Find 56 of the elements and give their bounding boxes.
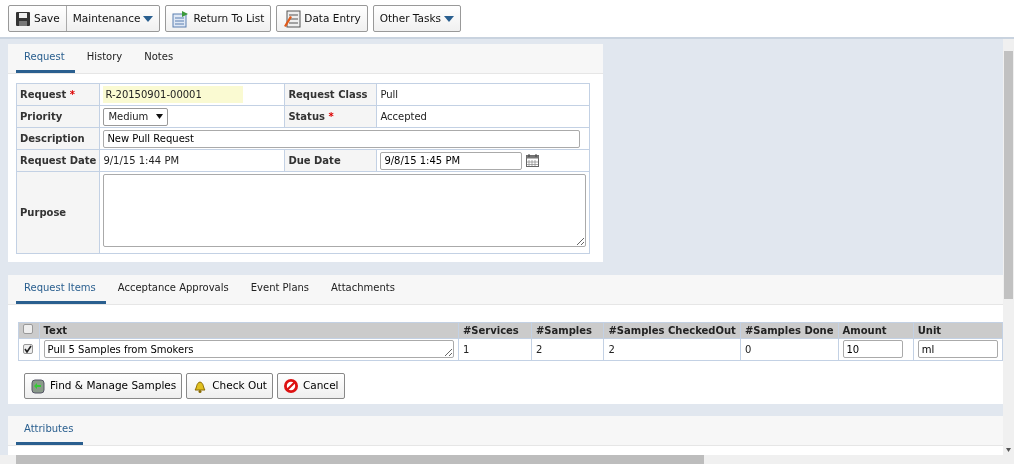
toolbar-button[interactable]: Save [9,6,66,31]
check-icon [24,344,32,353]
caret-icon [156,114,164,119]
column-header: #Samples Done [740,322,838,339]
input-field[interactable]: 10 [842,340,903,359]
tab[interactable]: Attributes [16,415,84,445]
horizontal-scrollbar[interactable] [0,455,1014,464]
column-header: Amount [838,322,914,339]
table-cell: 2 [535,343,543,355]
toolbar-button[interactable]: Data Entry [277,6,367,31]
caret-icon [143,15,154,22]
column-header: #Services [458,322,532,339]
vertical-scrollbar[interactable] [1003,39,1014,456]
field-value: Pull [380,89,399,100]
checkbox[interactable] [23,323,33,334]
field-value: Accepted [380,111,427,122]
calendar-icon [526,154,540,167]
input-field[interactable]: New Pull Request [103,129,581,148]
tab[interactable]: Request [16,44,75,73]
action-button[interactable]: Check Out [186,372,273,399]
field-label: Request Date [16,149,100,172]
list-pencil-icon [283,9,302,28]
field-value: R-20150901-00001 [103,86,244,103]
table-cell: 2 [608,343,615,355]
text-area[interactable] [103,174,587,247]
field-label: Priority [16,105,100,128]
jar-arrows-icon [30,377,46,394]
text-area[interactable]: Pull 5 Samples from Smokers [43,340,454,359]
field-value: 9/1/15 1:44 PM [103,155,180,166]
action-button[interactable]: Cancel [276,372,345,399]
dropdown[interactable]: Medium [103,107,169,126]
tab[interactable]: Event Plans [242,274,320,304]
input-field[interactable]: ml [917,340,998,359]
field-label: Request * [16,83,100,106]
column-header: #Samples CheckedOut [603,322,741,339]
checkbox[interactable] [23,343,33,354]
field-label: Request Class [284,83,377,106]
tab[interactable]: Notes [136,44,184,73]
action-button[interactable]: Find & Manage Samples [24,372,183,399]
field-label: Description [16,127,100,150]
table-cell: 0 [744,343,752,355]
caret-icon [444,15,454,22]
date-field[interactable]: 9/8/15 1:45 PM [380,151,523,170]
field-label: Purpose [16,171,100,254]
cancel-icon [282,377,299,394]
tab[interactable]: Acceptance Approvals [109,274,239,304]
menu-button[interactable]: Maintenance [65,6,160,31]
column-header: Text [39,322,459,339]
tab[interactable]: Attachments [323,274,405,304]
toolbar-button[interactable]: Return To List [166,6,271,31]
tab[interactable]: History [78,44,133,73]
menu-button[interactable]: Other Tasks [373,6,460,31]
column-header: #Samples [531,322,604,339]
tab[interactable]: Request Items [16,274,106,304]
column-header: Unit [913,322,1003,339]
table-cell: 1 [462,343,470,355]
